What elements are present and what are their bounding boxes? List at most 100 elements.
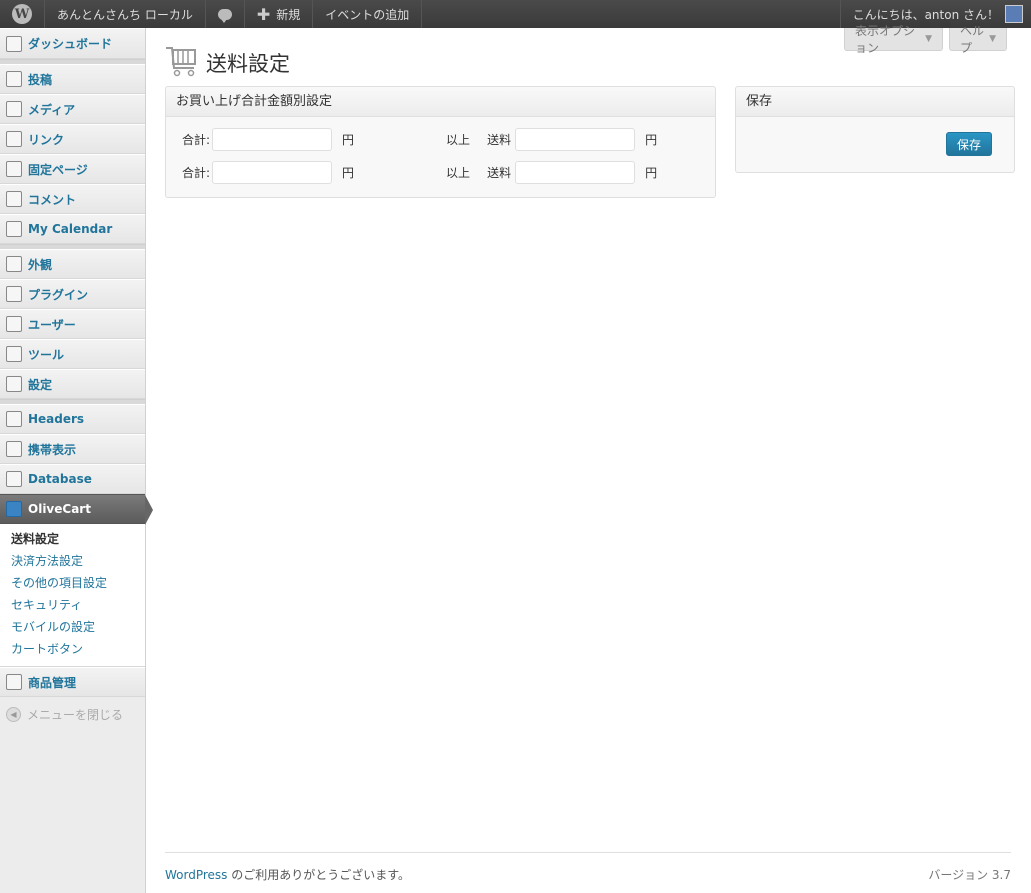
settings-icon (6, 376, 22, 392)
sidebar-item-mobile[interactable]: 携帯表示 (0, 434, 145, 464)
sidebar-item-comments[interactable]: コメント (0, 184, 145, 214)
over-label: 以上 (446, 166, 471, 180)
submenu-mobile-settings[interactable]: モバイルの設定 (11, 616, 145, 638)
save-box: 保存 保存 (735, 86, 1015, 173)
dashboard-icon (6, 35, 22, 52)
total-amount-input[interactable] (212, 128, 333, 151)
avatar (1005, 5, 1023, 23)
shipping-box-title: お買い上げ合計金額別設定 (166, 87, 715, 117)
folder-icon (6, 674, 22, 690)
sidebar-item-label: 商品管理 (28, 675, 77, 690)
footer-divider (165, 852, 1011, 853)
sidebar-item-olivecart[interactable]: OliveCart (0, 494, 153, 525)
save-box-title: 保存 (736, 87, 1014, 117)
shipping-fee-input[interactable] (515, 161, 636, 184)
sidebar-item-pages[interactable]: 固定ページ (0, 154, 145, 184)
yen-label: 円 (342, 133, 355, 147)
shipping-row: 合計: 円 以上 送料 円 (182, 161, 657, 184)
sidebar-item-appearance[interactable]: 外観 (0, 249, 145, 279)
sidebar-item-media[interactable]: メディア (0, 94, 145, 124)
sidebar-item-my-calendar[interactable]: My Calendar (0, 214, 145, 244)
sidebar-item-label: OliveCart (28, 502, 91, 516)
submenu-cart-button[interactable]: カートボタン (11, 638, 145, 660)
sidebar-item-products[interactable]: 商品管理 (0, 667, 145, 697)
users-icon (6, 316, 22, 332)
sidebar-item-label: メディア (28, 102, 76, 117)
new-content-menu[interactable]: ✚ 新規 (245, 0, 314, 28)
sidebar-item-label: 外観 (28, 257, 53, 272)
appearance-icon (6, 256, 22, 272)
site-name-link[interactable]: あんとんさんち ローカル (45, 0, 206, 28)
save-button[interactable]: 保存 (946, 132, 992, 156)
pin-icon (6, 71, 22, 87)
wp-logo-menu[interactable]: W (0, 0, 45, 28)
admin-sidebar: ダッシュボード 投稿 メディア リンク 固定ページ コメント My Calend… (0, 28, 153, 893)
plugin-icon (6, 286, 22, 302)
total-label: 合計: (182, 166, 211, 180)
dropdown-arrow-icon: ▼ (989, 34, 996, 44)
collapse-menu-button[interactable]: ◀ メニューを閉じる (0, 697, 145, 731)
add-event-link[interactable]: イベントの追加 (313, 0, 423, 28)
calendar-icon (6, 221, 22, 237)
sidebar-item-label: プラグイン (28, 287, 89, 302)
total-amount-input[interactable] (212, 161, 333, 184)
link-icon (6, 131, 22, 147)
database-icon (6, 471, 22, 487)
sidebar-item-label: ユーザー (28, 317, 76, 332)
sidebar-item-label: Headers (28, 412, 85, 426)
sidebar-item-database[interactable]: Database (0, 464, 145, 494)
pages-icon (6, 161, 22, 177)
comment-bubble-icon (217, 8, 232, 23)
over-label: 以上 (446, 133, 471, 147)
collapse-menu-label: メニューを閉じる (27, 707, 124, 722)
collapse-arrow-icon: ◀ (6, 706, 21, 722)
submenu-security[interactable]: セキュリティ (11, 594, 145, 616)
shipping-row: 合計: 円 以上 送料 円 (182, 128, 657, 151)
sidebar-item-label: 設定 (28, 377, 53, 392)
sidebar-item-dashboard[interactable]: ダッシュボード (0, 28, 145, 59)
comment-icon (6, 191, 22, 207)
shipping-label: 送料 (487, 166, 512, 180)
headers-icon (6, 411, 22, 427)
sidebar-item-headers[interactable]: Headers (0, 404, 145, 434)
sidebar-item-tools[interactable]: ツール (0, 339, 145, 369)
yen-label: 円 (645, 166, 658, 180)
sidebar-item-label: ダッシュボード (28, 37, 113, 51)
screen-options-tab[interactable]: 表示オプション ▼ (844, 24, 943, 55)
new-label: 新規 (276, 7, 301, 22)
submenu-payment-settings[interactable]: 決済方法設定 (11, 550, 145, 572)
sidebar-item-users[interactable]: ユーザー (0, 309, 145, 339)
sidebar-item-label: My Calendar (28, 222, 113, 236)
cart-icon (6, 501, 22, 517)
sidebar-item-settings[interactable]: 設定 (0, 369, 145, 399)
wordpress-link[interactable]: WordPress (165, 868, 227, 882)
help-label: ヘルプ (960, 24, 985, 55)
footer-thanks: WordPress のご利用ありがとうございます。 (165, 866, 410, 883)
submenu-shipping-settings[interactable]: 送料設定 (11, 528, 145, 550)
page-title: 送料設定 (206, 53, 290, 76)
shipping-settings-box: お買い上げ合計金額別設定 合計: 円 以上 送料 円 合計: 円 以上 送料 円 (165, 86, 716, 198)
total-label: 合計: (182, 133, 211, 147)
sidebar-item-label: 携帯表示 (28, 442, 77, 457)
footer-version: バージョン 3.7 (928, 868, 1011, 882)
shipping-label: 送料 (487, 133, 512, 147)
media-icon (6, 101, 22, 117)
sidebar-item-plugins[interactable]: プラグイン (0, 279, 145, 309)
sidebar-item-posts[interactable]: 投稿 (0, 64, 145, 94)
cart-page-icon (166, 47, 196, 77)
submenu-other-fields[interactable]: その他の項目設定 (11, 572, 145, 594)
sidebar-item-label: Database (28, 472, 92, 486)
mobile-icon (6, 441, 22, 457)
footer-thanks-text: のご利用ありがとうございます。 (227, 868, 411, 882)
yen-label: 円 (342, 166, 355, 180)
plus-icon: ✚ (256, 4, 271, 24)
sidebar-item-label: 投稿 (28, 72, 53, 87)
sidebar-item-label: ツール (28, 347, 65, 362)
sidebar-item-label: リンク (28, 132, 65, 147)
help-tab[interactable]: ヘルプ ▼ (949, 24, 1007, 55)
comments-link[interactable] (206, 0, 245, 28)
sidebar-item-label: 固定ページ (28, 162, 88, 177)
sidebar-item-links[interactable]: リンク (0, 124, 145, 154)
dropdown-arrow-icon: ▼ (925, 34, 932, 44)
shipping-fee-input[interactable] (515, 128, 636, 151)
